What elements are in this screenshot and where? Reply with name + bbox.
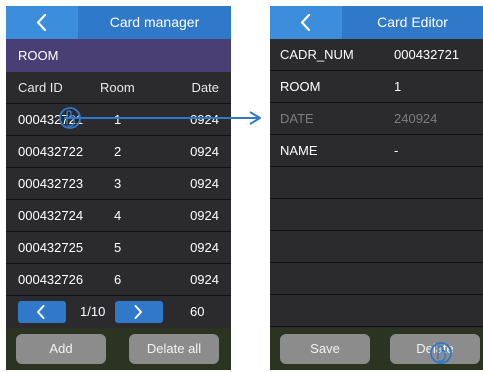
page-indicator: 1/10 (80, 304, 106, 319)
table-row[interactable]: 000432723 3 0924 (6, 168, 231, 200)
cell-room: 1 (114, 112, 122, 127)
field-label: ROOM (280, 79, 321, 94)
table-header: Card ID Room Date (6, 72, 231, 104)
table-row[interactable]: 000432721 1 0924 (6, 104, 231, 136)
field-row[interactable]: NAME - (270, 135, 483, 167)
card-editor-panel: Card Editor CADR_NUM 000432721 ROOM 1 DA… (270, 6, 483, 370)
cell-room: 3 (114, 176, 122, 191)
field-label: CADR_NUM (280, 47, 354, 62)
table-row[interactable]: 000432726 6 0924 (6, 264, 231, 296)
cell-date: 0924 (190, 144, 219, 159)
cell-date: 0924 (190, 112, 219, 127)
field-value: - (394, 143, 399, 158)
back-button[interactable] (6, 6, 78, 39)
card-manager-titlebar: Card manager (6, 6, 231, 39)
page-title: Card Editor (377, 14, 448, 30)
total-count: 60 (190, 304, 205, 319)
cell-card-id: 000432721 (18, 112, 84, 127)
column-header-date: Date (191, 80, 219, 95)
field-value: 000432721 (394, 47, 460, 62)
field-label: NAME (280, 143, 318, 158)
empty-row (270, 295, 483, 327)
empty-row (270, 231, 483, 263)
field-row[interactable]: CADR_NUM 000432721 (270, 39, 483, 71)
cell-date: 0924 (190, 240, 219, 255)
empty-row (270, 199, 483, 231)
cell-room: 5 (114, 240, 122, 255)
cell-room: 2 (114, 144, 122, 159)
cell-card-id: 000432724 (18, 208, 84, 223)
cell-date: 0924 (190, 272, 219, 287)
empty-row (270, 263, 483, 295)
add-button[interactable]: Add (16, 334, 106, 364)
cell-card-id: 000432723 (18, 176, 84, 191)
field-label: DATE (280, 111, 314, 126)
cell-card-id: 000432725 (18, 240, 84, 255)
card-editor-titlebar: Card Editor (270, 6, 483, 39)
chevron-left-icon (300, 14, 311, 31)
prev-page-button[interactable] (18, 301, 66, 323)
empty-row (270, 167, 483, 199)
column-header-card-id: Card ID (18, 80, 63, 95)
table-row[interactable]: 000432722 2 0924 (6, 136, 231, 168)
chevron-left-icon (36, 14, 47, 31)
action-bar: Save Delate (270, 328, 483, 370)
cell-room: 4 (114, 208, 122, 223)
chevron-right-icon (134, 305, 142, 319)
table-row[interactable]: 000432725 5 0924 (6, 232, 231, 264)
cell-room: 6 (114, 272, 122, 287)
cell-date: 0924 (190, 176, 219, 191)
cell-card-id: 000432722 (18, 144, 84, 159)
table-row[interactable]: 000432724 4 0924 (6, 200, 231, 232)
field-row[interactable]: ROOM 1 (270, 71, 483, 103)
field-row-disabled: DATE 240924 (270, 103, 483, 135)
delete-button[interactable]: Delate (390, 334, 480, 364)
pagination-bar: 1/10 60 (6, 295, 231, 331)
room-filter-bar[interactable]: ROOM (6, 39, 231, 72)
action-bar: Add Delate all (6, 328, 231, 370)
card-manager-panel: Card manager ROOM Card ID Room Date 0004… (6, 6, 231, 370)
delete-all-button[interactable]: Delate all (129, 334, 219, 364)
field-value: 1 (394, 79, 402, 94)
field-value: 240924 (394, 111, 438, 126)
page-title: Card manager (109, 14, 200, 30)
chevron-left-icon (37, 305, 45, 319)
next-page-button[interactable] (115, 301, 163, 323)
cell-date: 0924 (190, 208, 219, 223)
column-header-room: Room (100, 80, 135, 95)
cell-card-id: 000432726 (18, 272, 84, 287)
save-button[interactable]: Save (280, 334, 370, 364)
back-button[interactable] (270, 6, 342, 39)
